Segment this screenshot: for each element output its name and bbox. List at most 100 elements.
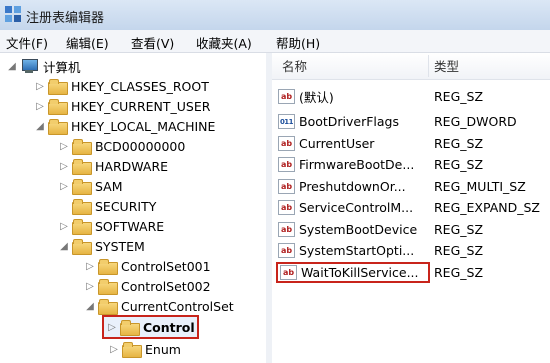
string-value-icon: ab [278,135,295,151]
value-row[interactable]: ab FirmwareBootDe... REG_SZ [278,154,544,174]
tree-node-computer[interactable]: ◢ 计算机 [6,56,81,76]
collapse-arrow-icon[interactable]: ◢ [84,301,96,312]
tree-node-label: Control [143,319,195,335]
value-row-waittokillservice[interactable]: ab WaitToKillService... REG_SZ [276,261,544,283]
tree-node-label: BCD00000000 [95,138,186,154]
folder-icon [72,139,92,155]
tree-node-sam[interactable]: ▷ SAM [58,176,123,196]
expand-arrow-icon[interactable]: ▷ [34,81,46,92]
tree-node-label: SECURITY [95,198,157,214]
tree-pane[interactable]: ◢ 计算机 ▷ HKEY_CLASSES_ROOT ▷ HKEY_CURRENT… [0,53,267,363]
value-type: REG_SZ [434,221,484,237]
tree-node-label: SAM [95,178,123,194]
value-row[interactable]: ab PreshutdownOr... REG_MULTI_SZ [278,176,544,196]
tree-node-controlset002[interactable]: ▷ ControlSet002 [84,276,211,296]
tree-node-label: SOFTWARE [95,218,165,234]
values-pane[interactable]: 名称 类型 ab (默认) REG_SZ 011 BootDriverFlags… [272,53,550,363]
value-row[interactable]: ab (默认) REG_SZ [278,86,544,106]
tree-node-label: CurrentControlSet [121,298,234,314]
menu-help[interactable]: 帮助(H) [276,33,320,52]
value-type: REG_DWORD [434,113,517,129]
tree-node-security[interactable]: SECURITY [58,196,156,216]
menu-edit[interactable]: 编辑(E) [66,33,109,52]
tree-node-label: 计算机 [43,59,81,75]
collapse-arrow-icon[interactable]: ◢ [58,241,70,252]
folder-icon [72,179,92,195]
value-type: REG_SZ [434,264,484,280]
binary-value-icon: 011 [278,113,295,129]
string-value-icon: ab [278,88,295,104]
string-value-icon: ab [278,156,295,172]
menu-favorites[interactable]: 收藏夹(A) [196,33,252,52]
expand-arrow-icon[interactable]: ▷ [58,141,70,152]
tree-node-label: HARDWARE [95,158,169,174]
value-type: REG_MULTI_SZ [434,178,526,194]
expand-arrow-icon[interactable]: ▷ [106,322,118,333]
tree-node-bcd[interactable]: ▷ BCD00000000 [58,136,185,156]
expand-arrow-icon[interactable]: ▷ [58,221,70,232]
folder-icon [122,342,142,358]
value-name: WaitToKillService... [301,264,419,280]
tree-node-hkcu[interactable]: ▷ HKEY_CURRENT_USER [34,96,210,116]
expand-arrow-icon[interactable]: ▷ [84,281,96,292]
value-type: REG_SZ [434,135,484,151]
value-row[interactable]: 011 BootDriverFlags REG_DWORD [278,111,544,131]
folder-icon [48,119,68,135]
expand-arrow-icon[interactable]: ▷ [84,261,96,272]
list-header [272,53,550,80]
value-row[interactable]: ab CurrentUser REG_SZ [278,133,544,153]
tree-node-hkcr[interactable]: ▷ HKEY_CLASSES_ROOT [34,76,209,96]
tree-node-system[interactable]: ◢ SYSTEM [58,236,145,256]
column-header-name[interactable]: 名称 [282,53,307,77]
highlight-box: ab WaitToKillService... [276,261,430,283]
string-value-icon: ab [280,264,297,280]
value-row[interactable]: ab SystemBootDevice REG_SZ [278,219,544,239]
folder-icon [72,199,92,215]
column-header-type[interactable]: 类型 [434,53,459,77]
folder-icon [72,159,92,175]
menu-view[interactable]: 查看(V) [131,33,174,52]
tree-node-label: ControlSet001 [121,258,211,274]
tree-node-label: Enum [145,341,181,357]
expand-arrow-icon[interactable]: ▷ [58,161,70,172]
value-type: REG_EXPAND_SZ [434,199,540,215]
expand-arrow-icon[interactable]: ▷ [58,181,70,192]
window-title: 注册表编辑器 [26,11,105,26]
tree-node-hklm[interactable]: ◢ HKEY_LOCAL_MACHINE [34,116,215,136]
folder-icon [98,299,118,315]
string-value-icon: ab [278,199,295,215]
value-row[interactable]: ab ServiceControlM... REG_EXPAND_SZ [278,197,544,217]
column-divider[interactable] [428,55,429,77]
tree-node-label: ControlSet002 [121,278,211,294]
value-name: FirmwareBootDe... [299,156,415,172]
string-value-icon: ab [278,221,295,237]
collapse-arrow-icon[interactable]: ◢ [34,121,46,132]
expand-arrow-icon[interactable]: ▷ [34,101,46,112]
regedit-icon [5,6,21,22]
tree-node-currentcontrolset[interactable]: ◢ CurrentControlSet [84,296,234,316]
value-name: BootDriverFlags [299,113,400,129]
tree-node-label: HKEY_CLASSES_ROOT [71,78,209,94]
value-name: PreshutdownOr... [299,178,406,194]
tree-node-enum[interactable]: ▷ Enum [108,339,181,359]
tree-node-control-selected[interactable]: ▷ Control [102,315,199,339]
value-name: CurrentUser [299,135,375,151]
tree-node-label: SYSTEM [95,238,145,254]
tree-node-label: HKEY_CURRENT_USER [71,98,211,114]
string-value-icon: ab [278,242,295,258]
tree-node-controlset001[interactable]: ▷ ControlSet001 [84,256,211,276]
value-name: ServiceControlM... [299,199,414,215]
folder-icon [120,320,140,336]
tree-node-hardware[interactable]: ▷ HARDWARE [58,156,168,176]
menu-bar: 文件(F) 编辑(E) 查看(V) 收藏夹(A) 帮助(H) [0,30,550,53]
value-row[interactable]: ab SystemStartOpti... REG_SZ [278,240,544,260]
value-name: SystemStartOpti... [299,242,415,258]
folder-icon [48,99,68,115]
tree-node-software[interactable]: ▷ SOFTWARE [58,216,164,236]
menu-file[interactable]: 文件(F) [6,33,48,52]
folder-icon [72,219,92,235]
value-type: REG_SZ [434,156,484,172]
expand-arrow-icon[interactable]: ▷ [108,344,120,355]
collapse-arrow-icon[interactable]: ◢ [6,61,18,72]
value-type: REG_SZ [434,88,484,104]
